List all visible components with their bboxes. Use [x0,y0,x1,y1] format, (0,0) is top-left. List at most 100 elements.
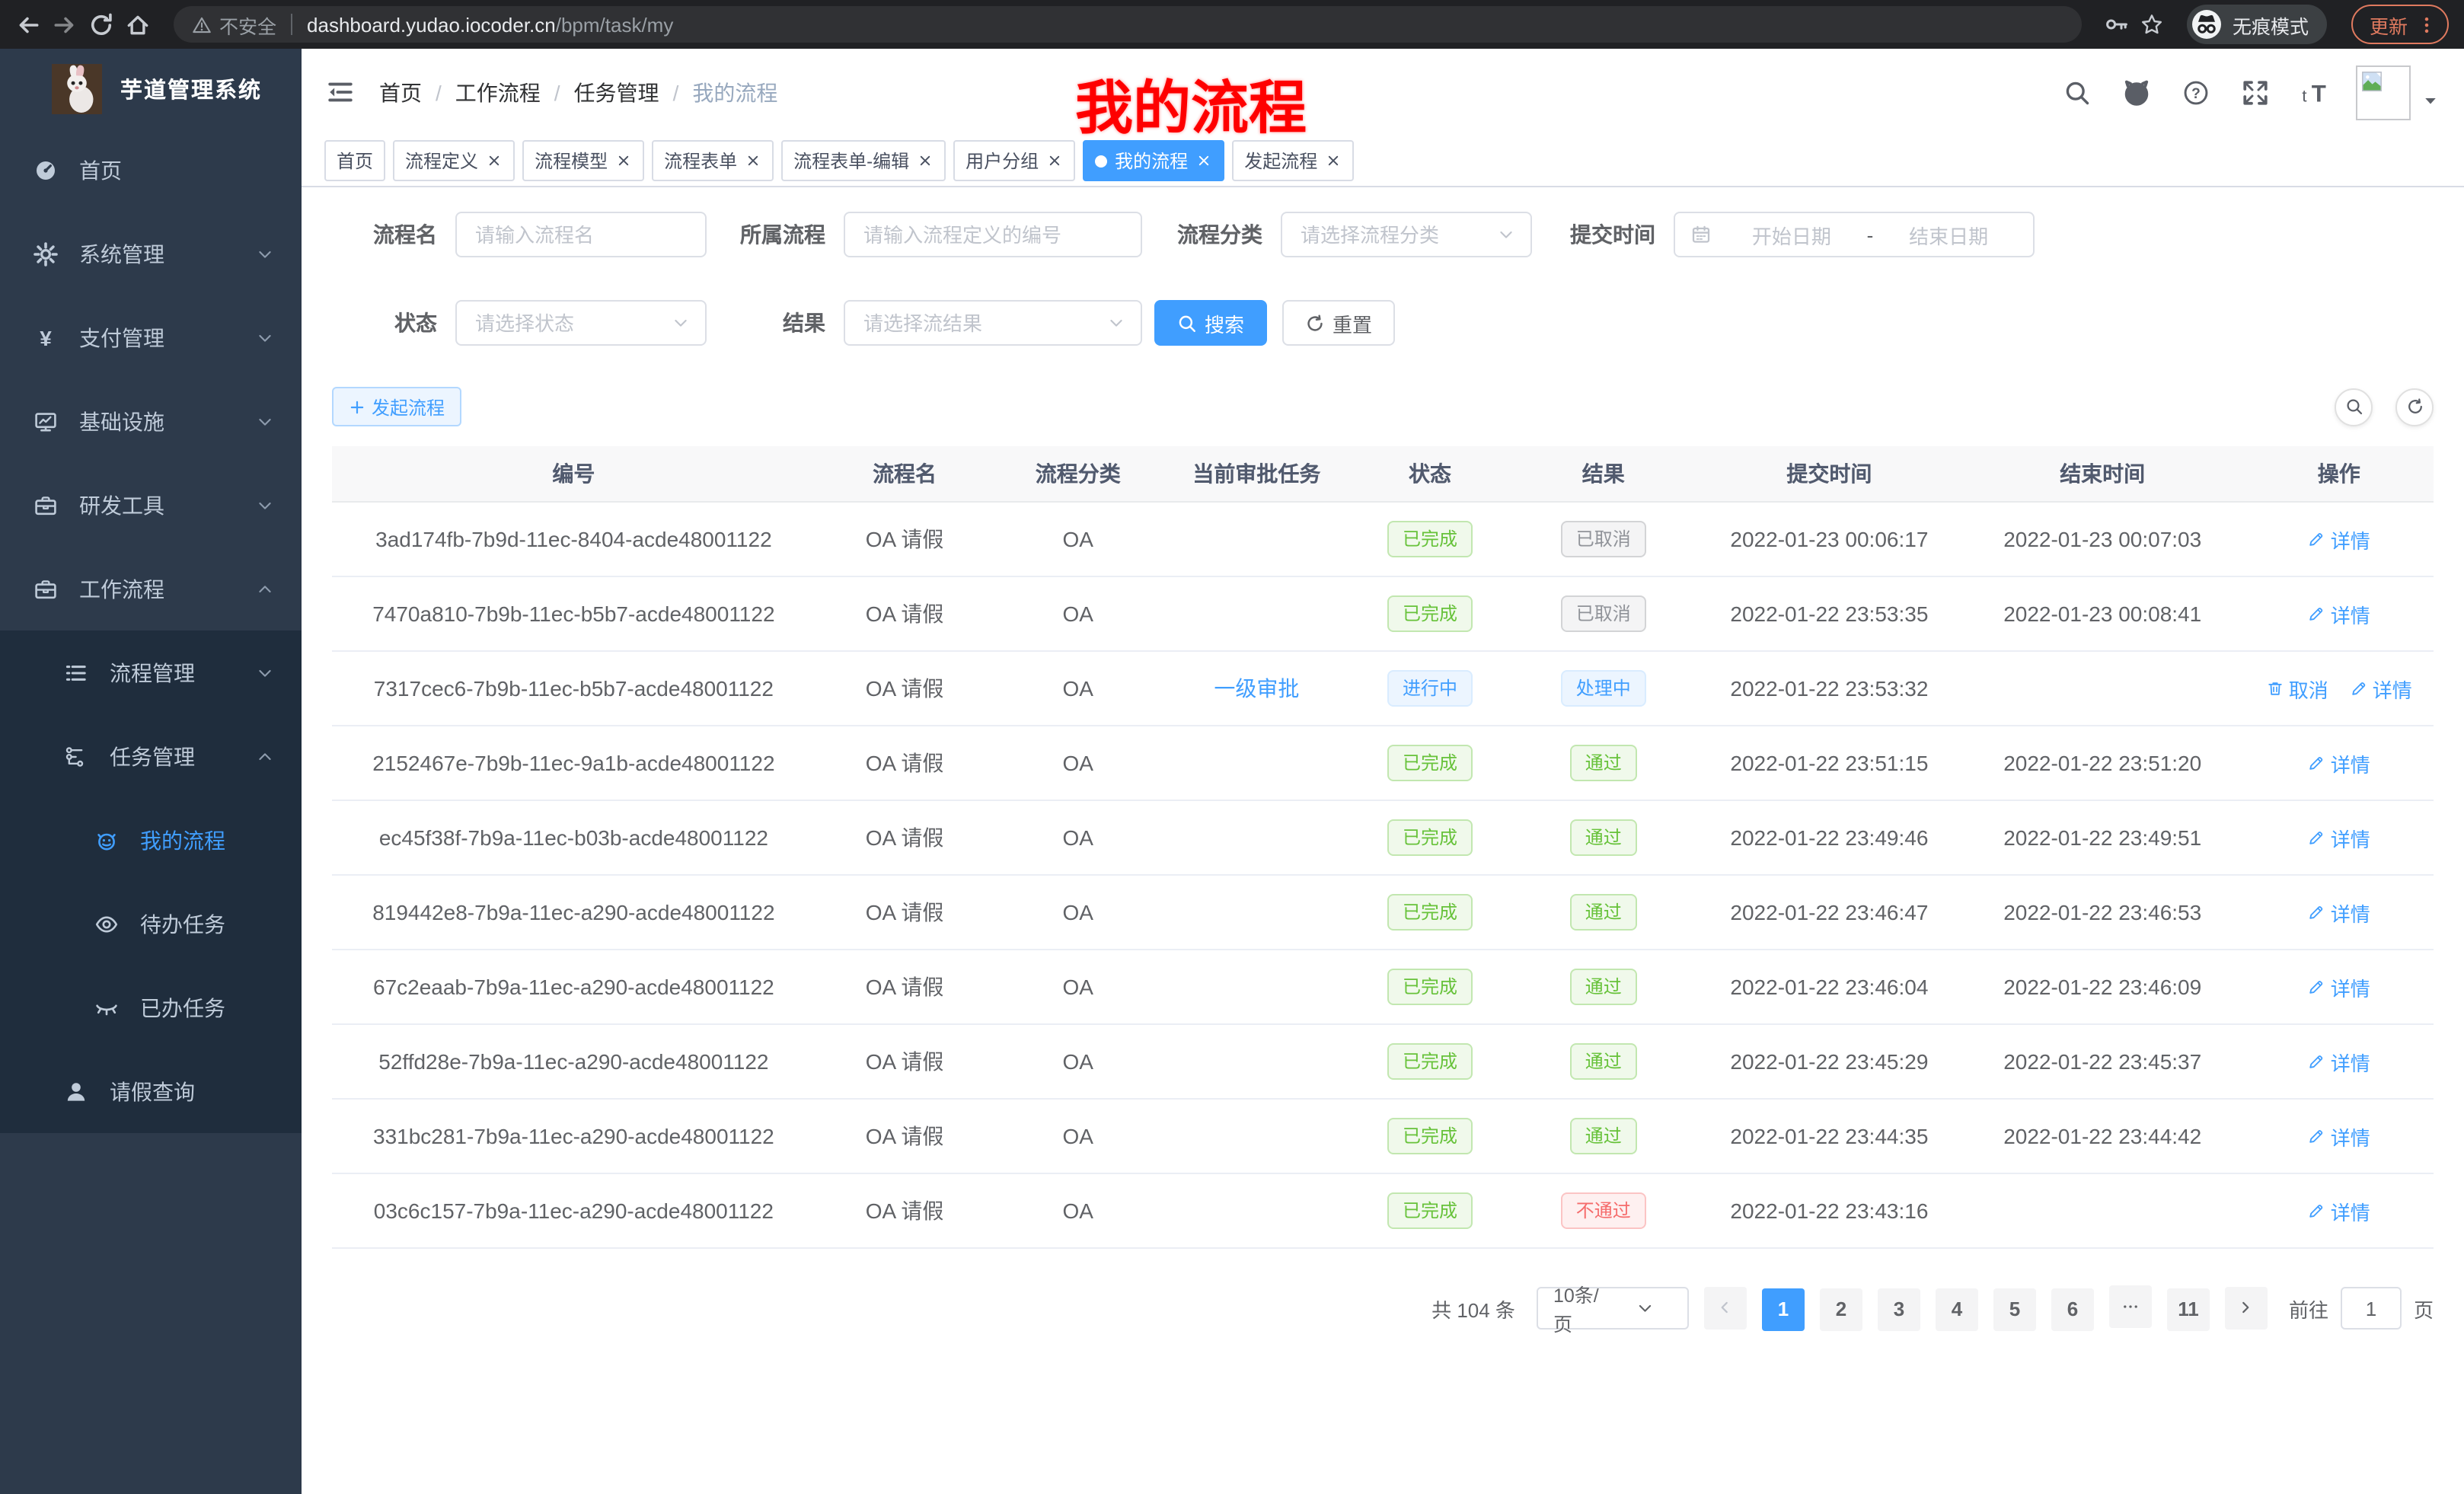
page-button-4[interactable]: 4 [1936,1288,1978,1331]
tab-start-process[interactable]: 发起流程 [1232,140,1354,181]
name-input[interactable] [455,212,707,257]
name-input-field[interactable] [472,222,690,247]
tab-my-process[interactable]: 我的流程 [1083,140,1224,181]
sidebar-item-task-mgmt[interactable]: 任务管理 [0,714,302,798]
fullscreen-icon[interactable] [2240,77,2271,107]
browser-home-icon[interactable] [125,11,151,37]
total-count: 共 104 条 [1431,1294,1515,1323]
sidebar-item-process-mgmt[interactable]: 流程管理 [0,630,302,714]
header-search-icon[interactable] [2063,78,2091,106]
start-process-button[interactable]: 发起流程 [332,387,461,426]
detail-link[interactable]: 详情 [2308,898,2370,927]
tab-process-model[interactable]: 流程模型 [522,140,644,181]
detail-link[interactable]: 详情 [2308,749,2370,777]
category-select-field[interactable] [1297,222,1497,247]
goto-page-input[interactable] [2341,1287,2402,1330]
page-button-2[interactable]: 2 [1820,1288,1862,1331]
detail-link[interactable]: 详情 [2308,525,2370,554]
status-select-field[interactable] [472,310,672,336]
detail-link[interactable]: 详情 [2308,1122,2370,1151]
close-icon[interactable] [1195,152,1212,169]
tab-process-definition[interactable]: 流程定义 [393,140,515,181]
cell-submit-time: 2022-01-22 23:46:47 [1698,875,1961,950]
browser-menu-dots-icon[interactable] [2417,14,2437,34]
breadcrumb-item-workflow[interactable]: 工作流程 [455,77,541,107]
owner-input-field[interactable] [860,222,1125,247]
page-button-1[interactable]: 1 [1762,1288,1805,1331]
sidebar-collapse-icon[interactable] [326,78,355,107]
close-icon[interactable] [615,152,632,169]
tab-home[interactable]: 首页 [324,140,385,181]
tab-user-group[interactable]: 用户分组 [953,140,1075,181]
status-select[interactable] [455,300,707,346]
tab-label: 流程表单 [664,148,737,174]
tab-process-form[interactable]: 流程表单 [652,140,774,181]
result-select-field[interactable] [860,310,1107,336]
page-button-11[interactable]: 11 [2167,1288,2210,1331]
detail-link[interactable]: 详情 [2308,823,2370,852]
sidebar-logo[interactable]: 芋道管理系统 [0,49,302,128]
page-button-6[interactable]: 6 [2051,1288,2094,1331]
user-icon [64,1079,88,1103]
close-icon[interactable] [745,152,761,169]
search-button[interactable]: 搜索 [1154,300,1267,346]
page-button-3[interactable]: 3 [1878,1288,1920,1331]
hide-search-button[interactable] [2335,388,2373,426]
date-end-placeholder[interactable]: 结束日期 [1879,220,2018,249]
browser-forward-icon[interactable] [52,11,78,37]
detail-link[interactable]: 详情 [2350,674,2412,703]
help-icon[interactable]: ? [2182,78,2210,106]
prev-page-button[interactable] [1704,1287,1747,1330]
font-size-icon[interactable]: tT [2301,77,2332,107]
date-start-placeholder[interactable]: 开始日期 [1722,220,1861,249]
cell-end-time: 2022-01-22 23:46:53 [1961,875,2245,950]
detail-link[interactable]: 详情 [2308,599,2370,628]
current-task-link[interactable]: 一级审批 [1214,676,1299,701]
tab-process-form-edit[interactable]: 流程表单-编辑 [781,140,946,181]
breadcrumb-item-home[interactable]: 首页 [379,77,422,107]
cell-submit-time: 2022-01-22 23:51:15 [1698,726,1961,800]
github-icon[interactable] [2121,77,2152,107]
cancel-link[interactable]: 取消 [2266,674,2328,703]
sidebar-item-infra[interactable]: 基础设施 [0,379,302,463]
browser-reload-icon[interactable] [88,11,114,37]
owner-input[interactable] [844,212,1142,257]
close-icon[interactable] [1325,152,1342,169]
address-bar[interactable]: 不安全 dashboard.yudao.iocoder.cn /bpm/task… [174,6,2082,43]
sidebar-item-done-task[interactable]: 已办任务 [0,966,302,1049]
sidebar-item-devtools[interactable]: 研发工具 [0,463,302,547]
close-icon[interactable] [486,152,503,169]
cell-category: OA [994,1024,1162,1099]
sidebar-item-leave-query[interactable]: 请假查询 [0,1049,302,1133]
goto-page: 前往 页 [2289,1287,2434,1330]
sidebar-item-home[interactable]: 首页 [0,128,302,212]
page-button-5[interactable]: 5 [1993,1288,2036,1331]
result-select[interactable] [844,300,1142,346]
more-pages-button[interactable] [2109,1285,2152,1328]
sidebar-item-workflow[interactable]: 工作流程 [0,547,302,630]
page-size-select[interactable]: 10条/页 [1537,1287,1689,1330]
detail-link[interactable]: 详情 [2308,972,2370,1001]
submit-time-range-picker[interactable]: 开始日期 - 结束日期 [1674,212,2035,257]
password-key-icon[interactable] [2105,12,2129,37]
reset-button[interactable]: 重置 [1282,300,1395,346]
action-label: 详情 [2331,1196,2370,1225]
goto-suffix: 页 [2414,1294,2434,1323]
breadcrumb-item-task-mgmt[interactable]: 任务管理 [574,77,659,107]
detail-link[interactable]: 详情 [2308,1047,2370,1076]
close-icon[interactable] [1046,152,1063,169]
avatar-caret-icon[interactable] [2421,91,2440,109]
bookmark-star-icon[interactable] [2140,12,2164,37]
detail-link[interactable]: 详情 [2308,1196,2370,1225]
category-select[interactable] [1281,212,1532,257]
refresh-table-button[interactable] [2395,388,2434,426]
next-page-button[interactable] [2225,1287,2268,1330]
sidebar-item-system[interactable]: 系统管理 [0,212,302,295]
sidebar-item-todo-task[interactable]: 待办任务 [0,882,302,966]
browser-back-icon[interactable] [15,11,41,37]
update-button[interactable]: 更新 [2351,5,2449,44]
sidebar-item-my-process[interactable]: 我的流程 [0,798,302,882]
close-icon[interactable] [917,152,934,169]
avatar[interactable] [2356,65,2411,120]
sidebar-item-payment[interactable]: ¥支付管理 [0,295,302,379]
